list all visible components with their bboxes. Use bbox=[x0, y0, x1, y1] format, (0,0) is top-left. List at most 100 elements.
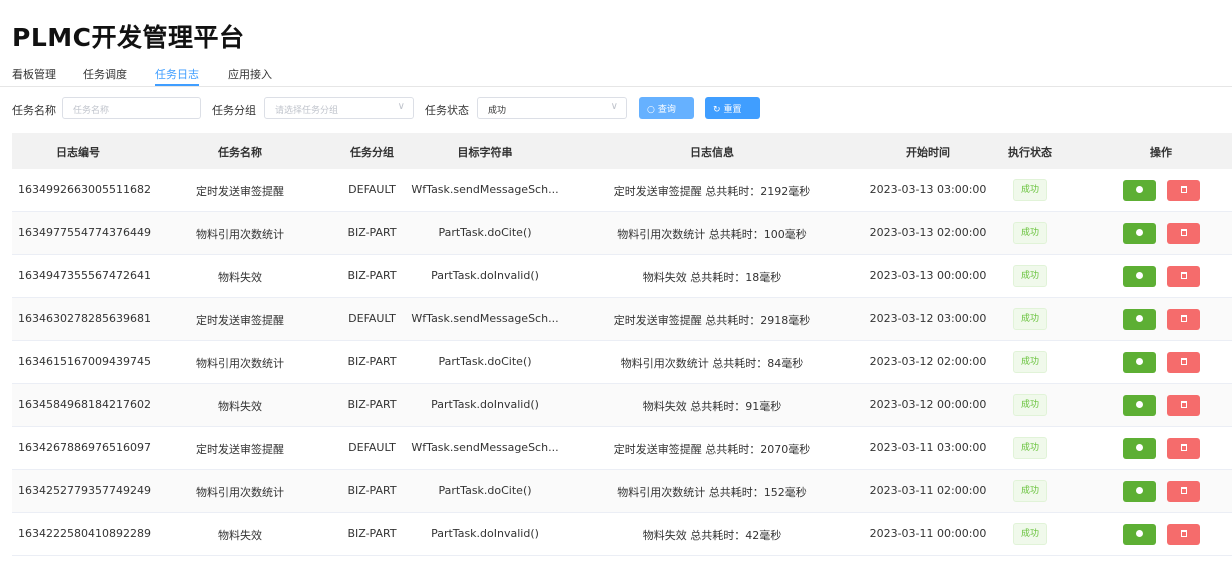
task-name-input[interactable]: 任务名称 bbox=[62, 97, 201, 119]
trash-icon bbox=[1180, 358, 1187, 365]
cell-log-info: 定时发送审签提醒 总共耗时：2192毫秒 bbox=[613, 185, 811, 198]
cell-log-id: 1634222580410892289 bbox=[18, 527, 151, 540]
cell-log-info: 物料失效 总共耗时：42毫秒 bbox=[642, 529, 782, 542]
info-icon bbox=[1136, 315, 1143, 322]
view-button[interactable] bbox=[1123, 309, 1156, 330]
task-status-value: 成功 bbox=[488, 106, 507, 116]
table-row: 1634267886976516097 定时发送审签提醒 DEFAULT WfT… bbox=[12, 427, 1232, 470]
cell-target: WfTask.sendMessageSch... bbox=[411, 441, 559, 454]
info-icon bbox=[1136, 358, 1143, 365]
view-button[interactable] bbox=[1123, 266, 1156, 287]
active-tab-indicator bbox=[155, 84, 199, 86]
info-icon bbox=[1136, 530, 1143, 537]
col-header-log-info: 日志信息 bbox=[690, 146, 734, 159]
task-group-select[interactable]: 请选择任务分组 ∨ bbox=[264, 97, 414, 119]
view-button[interactable] bbox=[1123, 352, 1156, 373]
col-header-task-name: 任务名称 bbox=[218, 146, 262, 159]
cell-log-info: 物料引用次数统计 总共耗时：84毫秒 bbox=[620, 357, 804, 370]
tab-dashboard[interactable]: 看板管理 bbox=[12, 66, 56, 82]
trash-icon bbox=[1180, 530, 1187, 537]
cell-start-time: 2023-03-13 03:00:00 bbox=[869, 183, 987, 196]
delete-button[interactable] bbox=[1167, 223, 1200, 244]
trash-icon bbox=[1180, 229, 1187, 236]
search-form: 任务名称 任务名称 任务分组 请选择任务分组 ∨ 任务状态 成功 ∨ ○ 查询 ↻… bbox=[0, 97, 1232, 121]
view-button[interactable] bbox=[1123, 481, 1156, 502]
cell-log-info: 物料失效 总共耗时：18毫秒 bbox=[642, 271, 782, 284]
task-name-label: 任务名称 bbox=[12, 104, 56, 117]
trash-icon bbox=[1180, 401, 1187, 408]
trash-icon bbox=[1180, 272, 1187, 279]
cell-log-id: 1634977554774376449 bbox=[18, 226, 151, 239]
status-badge: 成功 bbox=[1013, 179, 1047, 201]
task-status-select[interactable]: 成功 ∨ bbox=[477, 97, 627, 119]
col-header-status: 执行状态 bbox=[1008, 146, 1052, 159]
delete-button[interactable] bbox=[1167, 180, 1200, 201]
cell-start-time: 2023-03-13 00:00:00 bbox=[869, 269, 987, 282]
view-button[interactable] bbox=[1123, 524, 1156, 545]
cell-target: WfTask.sendMessageSch... bbox=[411, 312, 559, 325]
cell-task-group: BIZ-PART bbox=[347, 398, 397, 411]
delete-button[interactable] bbox=[1167, 309, 1200, 330]
trash-icon bbox=[1180, 487, 1187, 494]
cell-task-group: DEFAULT bbox=[348, 183, 396, 196]
cell-task-group: BIZ-PART bbox=[347, 226, 397, 239]
cell-task-group: DEFAULT bbox=[348, 312, 396, 325]
cell-log-info: 物料引用次数统计 总共耗时：152毫秒 bbox=[617, 486, 807, 499]
delete-button[interactable] bbox=[1167, 524, 1200, 545]
reset-button[interactable]: ↻ 重置 bbox=[705, 97, 760, 119]
status-badge: 成功 bbox=[1013, 308, 1047, 330]
col-header-actions: 操作 bbox=[1150, 146, 1172, 159]
tab-task-log[interactable]: 任务日志 bbox=[155, 66, 199, 82]
tab-app-access[interactable]: 应用接入 bbox=[228, 66, 272, 82]
cell-log-info: 定时发送审签提醒 总共耗时：2918毫秒 bbox=[613, 314, 811, 327]
trash-icon bbox=[1180, 444, 1187, 451]
col-header-log-id: 日志编号 bbox=[56, 146, 100, 159]
info-icon bbox=[1136, 272, 1143, 279]
cell-log-info: 物料失效 总共耗时：91毫秒 bbox=[642, 400, 782, 413]
table-row: 1634630278285639681 定时发送审签提醒 DEFAULT WfT… bbox=[12, 298, 1232, 341]
cell-log-id: 1634630278285639681 bbox=[18, 312, 151, 325]
delete-button[interactable] bbox=[1167, 481, 1200, 502]
search-icon: ○ bbox=[647, 105, 655, 115]
cell-target: PartTask.doCite() bbox=[438, 484, 532, 497]
chevron-down-icon: ∨ bbox=[610, 101, 618, 112]
delete-button[interactable] bbox=[1167, 438, 1200, 459]
cell-start-time: 2023-03-11 02:00:00 bbox=[869, 484, 987, 497]
cell-start-time: 2023-03-12 02:00:00 bbox=[869, 355, 987, 368]
query-button[interactable]: ○ 查询 bbox=[639, 97, 694, 119]
cell-target: PartTask.doInvalid() bbox=[431, 269, 539, 282]
cell-task-name: 定时发送审签提醒 bbox=[196, 443, 284, 456]
view-button[interactable] bbox=[1123, 395, 1156, 416]
cell-task-name: 物料失效 bbox=[218, 400, 262, 413]
cell-task-group: BIZ-PART bbox=[347, 269, 397, 282]
cell-log-info: 物料引用次数统计 总共耗时：100毫秒 bbox=[617, 228, 807, 241]
table-row: 1634615167009439745 物料引用次数统计 BIZ-PART Pa… bbox=[12, 341, 1232, 384]
cell-target: PartTask.doInvalid() bbox=[431, 398, 539, 411]
view-button[interactable] bbox=[1123, 223, 1156, 244]
info-icon bbox=[1136, 229, 1143, 236]
info-icon bbox=[1136, 186, 1143, 193]
delete-button[interactable] bbox=[1167, 352, 1200, 373]
cell-log-id: 1634267886976516097 bbox=[18, 441, 151, 454]
trash-icon bbox=[1180, 186, 1187, 193]
status-badge: 成功 bbox=[1013, 394, 1047, 416]
cell-task-group: BIZ-PART bbox=[347, 484, 397, 497]
table-row: 1634947355567472641 物料失效 BIZ-PART PartTa… bbox=[12, 255, 1232, 298]
delete-button[interactable] bbox=[1167, 266, 1200, 287]
view-button[interactable] bbox=[1123, 180, 1156, 201]
cell-task-name: 物料失效 bbox=[218, 529, 262, 542]
tab-task-schedule[interactable]: 任务调度 bbox=[83, 66, 127, 82]
cell-task-name: 定时发送审签提醒 bbox=[196, 314, 284, 327]
cell-target: PartTask.doCite() bbox=[438, 355, 532, 368]
cell-log-id: 1634615167009439745 bbox=[18, 355, 151, 368]
col-header-task-group: 任务分组 bbox=[350, 146, 394, 159]
cell-task-group: DEFAULT bbox=[348, 441, 396, 454]
table-row: 1634252779357749249 物料引用次数统计 BIZ-PART Pa… bbox=[12, 470, 1232, 513]
cell-log-id: 1634584968184217602 bbox=[18, 398, 151, 411]
delete-button[interactable] bbox=[1167, 395, 1200, 416]
cell-start-time: 2023-03-11 00:00:00 bbox=[869, 527, 987, 540]
view-button[interactable] bbox=[1123, 438, 1156, 459]
task-status-label: 任务状态 bbox=[425, 104, 469, 117]
cell-log-id: 1634252779357749249 bbox=[18, 484, 151, 497]
info-icon bbox=[1136, 487, 1143, 494]
